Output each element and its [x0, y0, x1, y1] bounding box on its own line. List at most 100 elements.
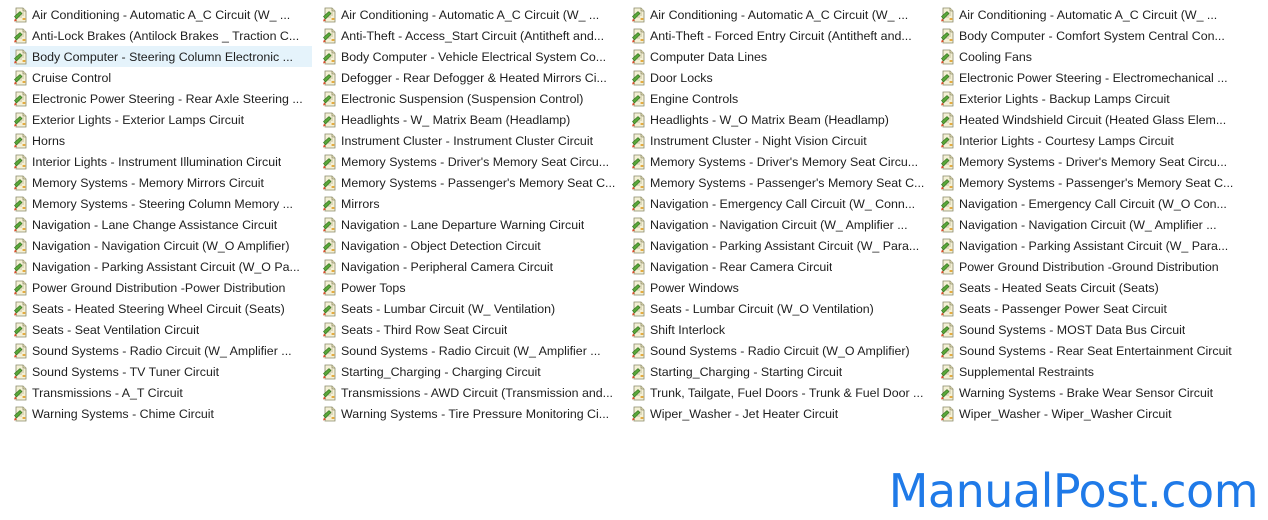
- file-item[interactable]: Navigation - Lane Change Assistance Circ…: [10, 214, 312, 235]
- file-icon: [940, 385, 956, 401]
- file-item[interactable]: Memory Systems - Driver's Memory Seat Ci…: [628, 151, 930, 172]
- file-name: Exterior Lights - Backup Lamps Circuit: [959, 91, 1170, 106]
- file-item[interactable]: Sound Systems - Radio Circuit (W_ Amplif…: [319, 340, 621, 361]
- file-item[interactable]: Air Conditioning - Automatic A_C Circuit…: [628, 4, 930, 25]
- file-item[interactable]: Warning Systems - Chime Circuit: [10, 403, 312, 424]
- file-item[interactable]: Starting_Charging - Charging Circuit: [319, 361, 621, 382]
- file-item[interactable]: Seats - Heated Steering Wheel Circuit (S…: [10, 298, 312, 319]
- file-icon: [13, 385, 29, 401]
- file-item[interactable]: Navigation - Rear Camera Circuit: [628, 256, 930, 277]
- file-item[interactable]: Air Conditioning - Automatic A_C Circuit…: [319, 4, 621, 25]
- file-item[interactable]: Body Computer - Steering Column Electron…: [10, 46, 312, 67]
- file-item[interactable]: Navigation - Lane Departure Warning Circ…: [319, 214, 621, 235]
- file-name: Wiper_Washer - Wiper_Washer Circuit: [959, 406, 1172, 421]
- file-item[interactable]: Memory Systems - Memory Mirrors Circuit: [10, 172, 312, 193]
- file-item[interactable]: Navigation - Emergency Call Circuit (W_O…: [937, 193, 1239, 214]
- file-item[interactable]: Body Computer - Vehicle Electrical Syste…: [319, 46, 621, 67]
- file-icon: [631, 49, 647, 65]
- file-item[interactable]: Sound Systems - Radio Circuit (W_ Amplif…: [10, 340, 312, 361]
- file-item[interactable]: Electronic Suspension (Suspension Contro…: [319, 88, 621, 109]
- file-name: Navigation - Rear Camera Circuit: [650, 259, 833, 274]
- file-icon: [940, 49, 956, 65]
- file-item[interactable]: Defogger - Rear Defogger & Heated Mirror…: [319, 67, 621, 88]
- file-item[interactable]: Memory Systems - Driver's Memory Seat Ci…: [319, 151, 621, 172]
- file-item[interactable]: Memory Systems - Passenger's Memory Seat…: [937, 172, 1239, 193]
- file-item[interactable]: Anti-Theft - Access_Start Circuit (Antit…: [319, 25, 621, 46]
- file-item[interactable]: Seats - Third Row Seat Circuit: [319, 319, 621, 340]
- file-item[interactable]: Instrument Cluster - Night Vision Circui…: [628, 130, 930, 151]
- file-item[interactable]: Seats - Heated Seats Circuit (Seats): [937, 277, 1239, 298]
- file-item[interactable]: Anti-Lock Brakes (Antilock Brakes _ Trac…: [10, 25, 312, 46]
- file-item[interactable]: Memory Systems - Steering Column Memory …: [10, 193, 312, 214]
- file-icon: [940, 322, 956, 338]
- file-item[interactable]: Air Conditioning - Automatic A_C Circuit…: [10, 4, 312, 25]
- file-item[interactable]: Heated Windshield Circuit (Heated Glass …: [937, 109, 1239, 130]
- file-item[interactable]: Memory Systems - Passenger's Memory Seat…: [628, 172, 930, 193]
- file-item[interactable]: Starting_Charging - Starting Circuit: [628, 361, 930, 382]
- file-item[interactable]: Navigation - Navigation Circuit (W_O Amp…: [10, 235, 312, 256]
- file-item[interactable]: Power Ground Distribution -Ground Distri…: [937, 256, 1239, 277]
- file-item[interactable]: Exterior Lights - Exterior Lamps Circuit: [10, 109, 312, 130]
- file-icon: [322, 385, 338, 401]
- file-item[interactable]: Wiper_Washer - Jet Heater Circuit: [628, 403, 930, 424]
- file-item[interactable]: Sound Systems - Rear Seat Entertainment …: [937, 340, 1239, 361]
- file-item[interactable]: Transmissions - A_T Circuit: [10, 382, 312, 403]
- file-item[interactable]: Power Ground Distribution -Power Distrib…: [10, 277, 312, 298]
- file-item[interactable]: Cruise Control: [10, 67, 312, 88]
- file-item[interactable]: Mirrors: [319, 193, 621, 214]
- file-item[interactable]: Instrument Cluster - Instrument Cluster …: [319, 130, 621, 151]
- file-item[interactable]: Navigation - Object Detection Circuit: [319, 235, 621, 256]
- file-item[interactable]: Door Locks: [628, 67, 930, 88]
- file-item[interactable]: Exterior Lights - Backup Lamps Circuit: [937, 88, 1239, 109]
- file-icon: [631, 7, 647, 23]
- file-item[interactable]: Memory Systems - Passenger's Memory Seat…: [319, 172, 621, 193]
- file-item[interactable]: Navigation - Navigation Circuit (W_ Ampl…: [937, 214, 1239, 235]
- file-item[interactable]: Navigation - Parking Assistant Circuit (…: [937, 235, 1239, 256]
- file-item[interactable]: Seats - Lumbar Circuit (W_O Ventilation): [628, 298, 930, 319]
- file-item[interactable]: Trunk, Tailgate, Fuel Doors - Trunk & Fu…: [628, 382, 930, 403]
- file-item[interactable]: Sound Systems - TV Tuner Circuit: [10, 361, 312, 382]
- file-item[interactable]: Navigation - Emergency Call Circuit (W_ …: [628, 193, 930, 214]
- file-item[interactable]: Headlights - W_ Matrix Beam (Headlamp): [319, 109, 621, 130]
- file-item[interactable]: Power Windows: [628, 277, 930, 298]
- file-item[interactable]: Sound Systems - MOST Data Bus Circuit: [937, 319, 1239, 340]
- file-item[interactable]: Wiper_Washer - Wiper_Washer Circuit: [937, 403, 1239, 424]
- file-item[interactable]: Power Tops: [319, 277, 621, 298]
- file-item[interactable]: Seats - Seat Ventilation Circuit: [10, 319, 312, 340]
- file-item[interactable]: Cooling Fans: [937, 46, 1239, 67]
- file-name: Power Ground Distribution -Power Distrib…: [32, 280, 286, 295]
- file-item[interactable]: Electronic Power Steering - Rear Axle St…: [10, 88, 312, 109]
- file-item[interactable]: Sound Systems - Radio Circuit (W_O Ampli…: [628, 340, 930, 361]
- file-name: Transmissions - A_T Circuit: [32, 385, 183, 400]
- file-name: Electronic Power Steering - Rear Axle St…: [32, 91, 303, 106]
- file-icon: [631, 343, 647, 359]
- file-item[interactable]: Seats - Passenger Power Seat Circuit: [937, 298, 1239, 319]
- file-name: Seats - Passenger Power Seat Circuit: [959, 301, 1167, 316]
- file-item[interactable]: Body Computer - Comfort System Central C…: [937, 25, 1239, 46]
- file-item[interactable]: Warning Systems - Brake Wear Sensor Circ…: [937, 382, 1239, 403]
- file-item[interactable]: Electronic Power Steering - Electromecha…: [937, 67, 1239, 88]
- file-name: Shift Interlock: [650, 322, 726, 337]
- file-item[interactable]: Shift Interlock: [628, 319, 930, 340]
- file-item[interactable]: Air Conditioning - Automatic A_C Circuit…: [937, 4, 1239, 25]
- file-item[interactable]: Computer Data Lines: [628, 46, 930, 67]
- file-item[interactable]: Interior Lights - Courtesy Lamps Circuit: [937, 130, 1239, 151]
- file-item[interactable]: Supplemental Restraints: [937, 361, 1239, 382]
- file-icon: [322, 154, 338, 170]
- file-item[interactable]: Transmissions - AWD Circuit (Transmissio…: [319, 382, 621, 403]
- file-item[interactable]: Navigation - Parking Assistant Circuit (…: [628, 235, 930, 256]
- file-item[interactable]: Horns: [10, 130, 312, 151]
- file-item[interactable]: Headlights - W_O Matrix Beam (Headlamp): [628, 109, 930, 130]
- file-item[interactable]: Navigation - Navigation Circuit (W_ Ampl…: [628, 214, 930, 235]
- file-item[interactable]: Engine Controls: [628, 88, 930, 109]
- file-item[interactable]: Navigation - Parking Assistant Circuit (…: [10, 256, 312, 277]
- file-name: Door Locks: [650, 70, 713, 85]
- file-item[interactable]: Navigation - Peripheral Camera Circuit: [319, 256, 621, 277]
- file-item[interactable]: Warning Systems - Tire Pressure Monitori…: [319, 403, 621, 424]
- file-name: Electronic Suspension (Suspension Contro…: [341, 91, 584, 106]
- file-item[interactable]: Interior Lights - Instrument Illuminatio…: [10, 151, 312, 172]
- file-icon: [322, 322, 338, 338]
- file-item[interactable]: Seats - Lumbar Circuit (W_ Ventilation): [319, 298, 621, 319]
- file-item[interactable]: Memory Systems - Driver's Memory Seat Ci…: [937, 151, 1239, 172]
- file-item[interactable]: Anti-Theft - Forced Entry Circuit (Antit…: [628, 25, 930, 46]
